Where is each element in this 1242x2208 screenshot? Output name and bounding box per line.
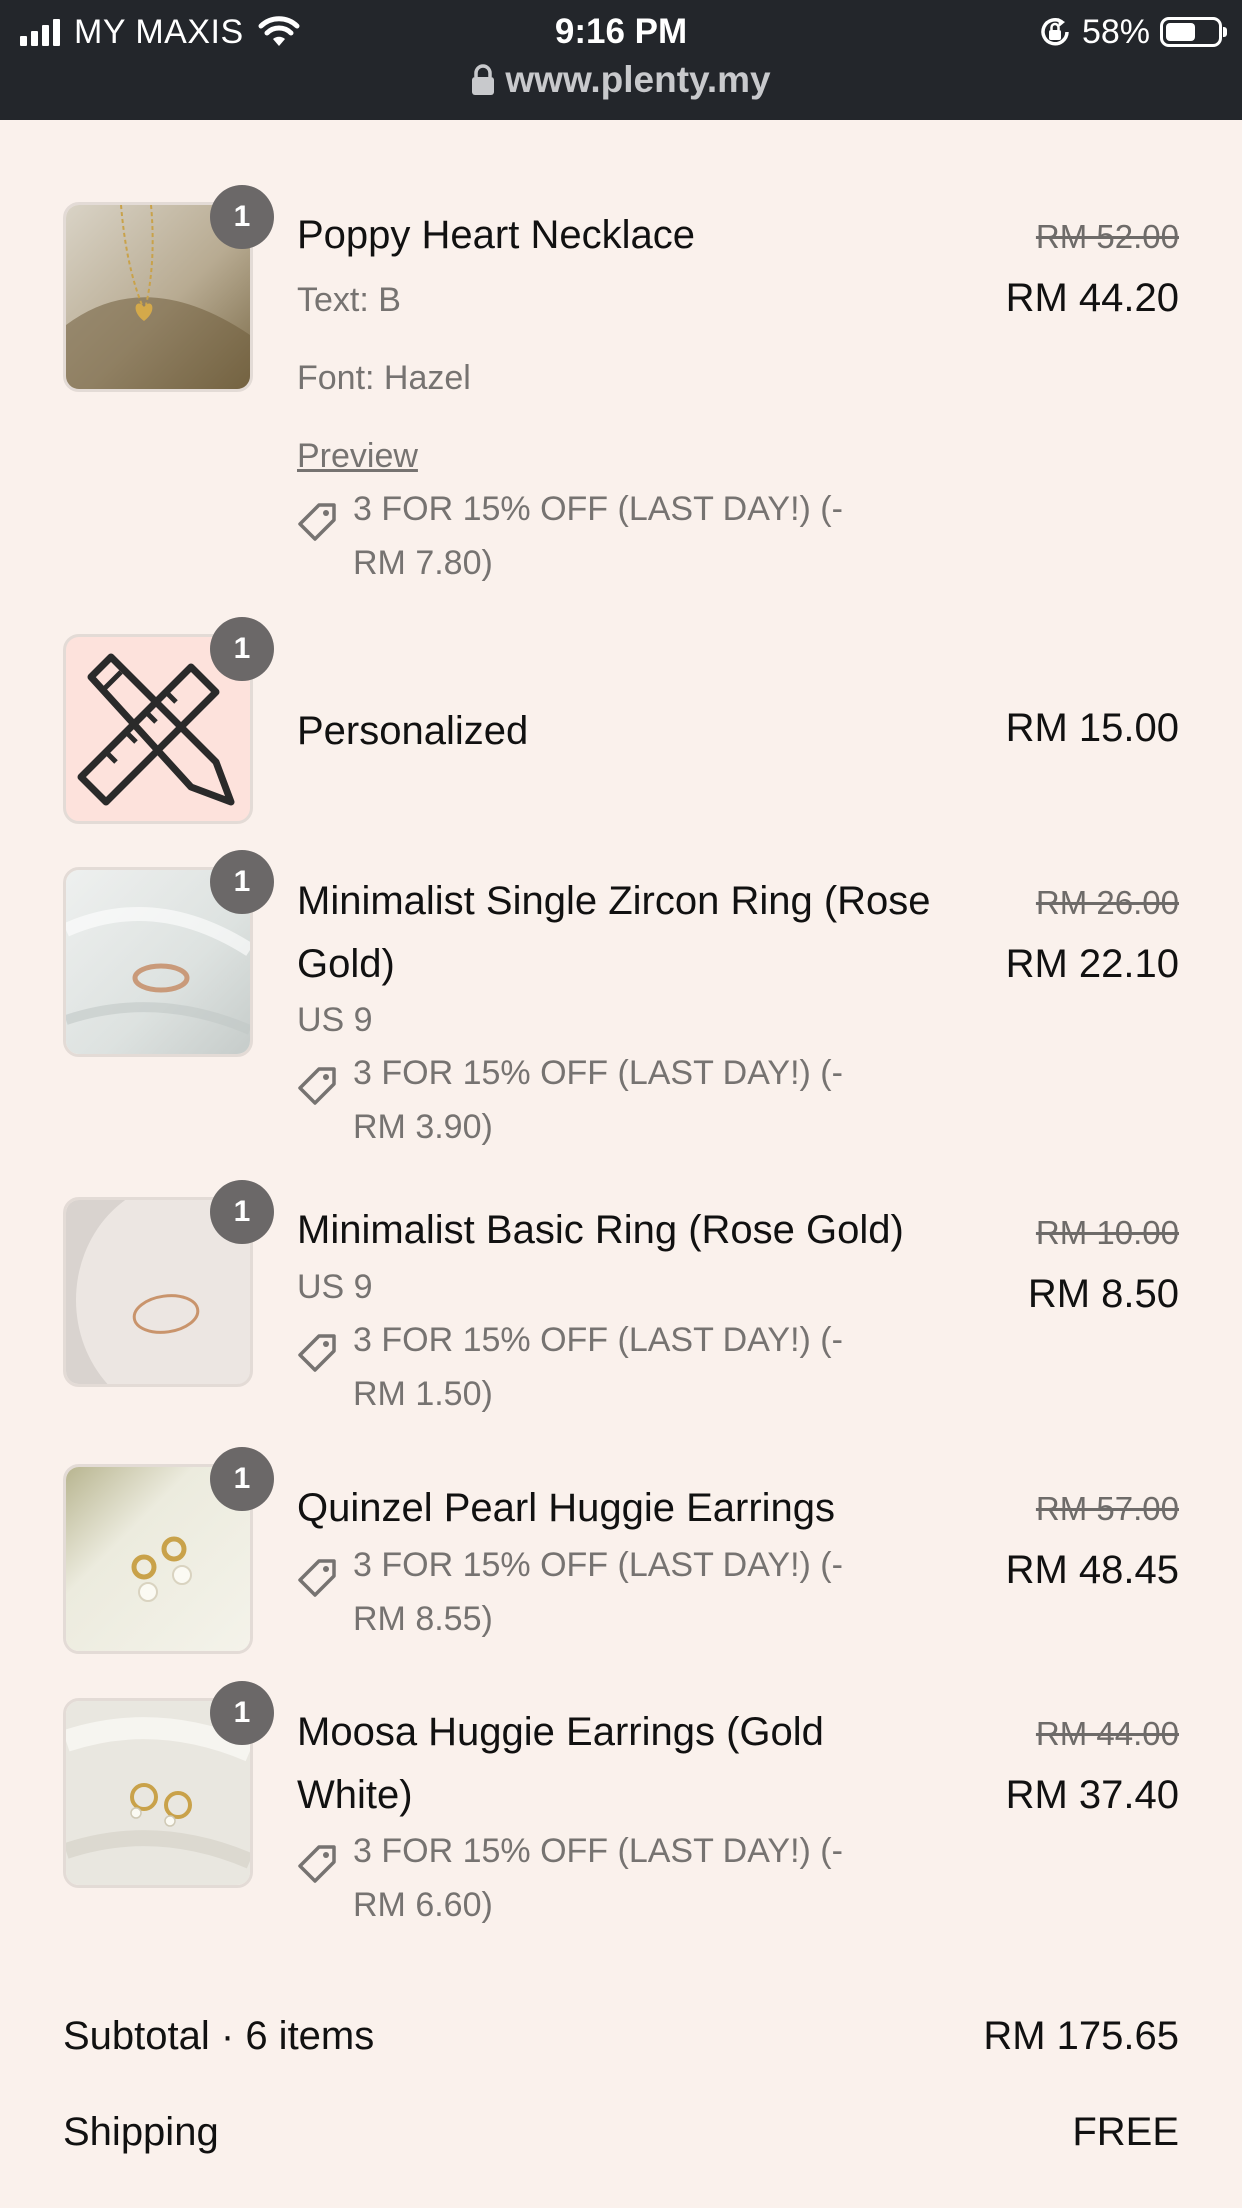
quantity-badge: 1 — [210, 1180, 274, 1244]
tag-icon — [298, 1067, 336, 1105]
variant-size: US 9 — [297, 1268, 373, 1306]
preview-link[interactable]: Preview — [297, 434, 418, 478]
discount-text: 3 FOR 15% OFF (LAST DAY!) (-RM 6.60) — [353, 1832, 843, 1924]
subtotal-value: RM 175.65 — [983, 2014, 1179, 2058]
subtotal-row: Subtotal · 6 items RM 175.65 — [63, 2014, 1179, 2059]
discount-line: 3 FOR 15% OFF (LAST DAY!) (-RM 1.50) — [297, 1313, 897, 1421]
tag-icon — [298, 503, 336, 541]
battery-percentage: 58% — [1081, 12, 1150, 51]
original-price: RM 44.00 — [1035, 1715, 1179, 1752]
sale-price: RM 37.40 — [1005, 1773, 1179, 1817]
status-bar: MY MAXIS 9:16 PM 58% www.plenty.my — [0, 0, 1242, 120]
quantity-badge: 1 — [210, 1681, 274, 1745]
product-name: Moosa Huggie Earrings (Gold White) — [297, 1710, 824, 1817]
tag-icon — [298, 1334, 336, 1372]
sale-price: RM 15.00 — [1005, 706, 1179, 750]
original-price: RM 57.00 — [1035, 1490, 1179, 1527]
variant-font: Font: Hazel — [297, 359, 471, 397]
discount-text: 3 FOR 15% OFF (LAST DAY!) (-RM 1.50) — [353, 1321, 843, 1413]
lock-icon — [472, 64, 495, 95]
product-name: Poppy Heart Necklace — [297, 213, 695, 257]
sale-price: RM 8.50 — [1027, 1272, 1179, 1316]
battery-icon — [1160, 17, 1227, 47]
orientation-lock-icon — [1041, 18, 1069, 46]
discount-line: 3 FOR 15% OFF (LAST DAY!) (-RM 3.90) — [297, 1046, 897, 1154]
discount-text: 3 FOR 15% OFF (LAST DAY!) (-RM 3.90) — [353, 1054, 843, 1146]
sale-price: RM 48.45 — [1005, 1548, 1179, 1592]
quantity-badge: 1 — [210, 185, 274, 249]
quantity-badge: 1 — [210, 617, 274, 681]
url-bar[interactable]: www.plenty.my — [0, 58, 1242, 102]
sale-price: RM 22.10 — [1005, 942, 1179, 986]
tag-icon — [298, 1559, 336, 1597]
url-text: www.plenty.my — [505, 59, 771, 100]
original-price: RM 10.00 — [1035, 1214, 1179, 1251]
discount-line: 3 FOR 15% OFF (LAST DAY!) (-RM 8.55) — [297, 1538, 897, 1646]
variant-size: US 9 — [297, 1001, 373, 1039]
original-price: RM 26.00 — [1035, 884, 1179, 921]
product-name: Personalized — [297, 709, 529, 753]
product-name: Minimalist Single Zircon Ring (Rose Gold… — [297, 879, 931, 986]
product-name: Minimalist Basic Ring (Rose Gold) — [297, 1208, 904, 1252]
tag-icon — [298, 1845, 336, 1883]
product-name: Quinzel Pearl Huggie Earrings — [297, 1486, 836, 1530]
discount-line: 3 FOR 15% OFF (LAST DAY!) (-RM 7.80) — [297, 482, 897, 590]
quantity-badge: 1 — [210, 850, 274, 914]
discount-line: 3 FOR 15% OFF (LAST DAY!) (-RM 6.60) — [297, 1824, 897, 1932]
shipping-row: Shipping FREE — [63, 2110, 1179, 2155]
variant-text: Text: B — [297, 281, 401, 319]
quantity-badge: 1 — [210, 1447, 274, 1511]
shipping-value: FREE — [1072, 2110, 1179, 2154]
sale-price: RM 44.20 — [1005, 276, 1179, 320]
discount-text: 3 FOR 15% OFF (LAST DAY!) (-RM 7.80) — [353, 490, 843, 582]
discount-text: 3 FOR 15% OFF (LAST DAY!) (-RM 8.55) — [353, 1546, 843, 1638]
original-price: RM 52.00 — [1035, 218, 1179, 255]
shipping-label: Shipping — [63, 2110, 219, 2154]
battery-fill — [1166, 23, 1195, 41]
subtotal-label: Subtotal · 6 items — [63, 2014, 375, 2058]
